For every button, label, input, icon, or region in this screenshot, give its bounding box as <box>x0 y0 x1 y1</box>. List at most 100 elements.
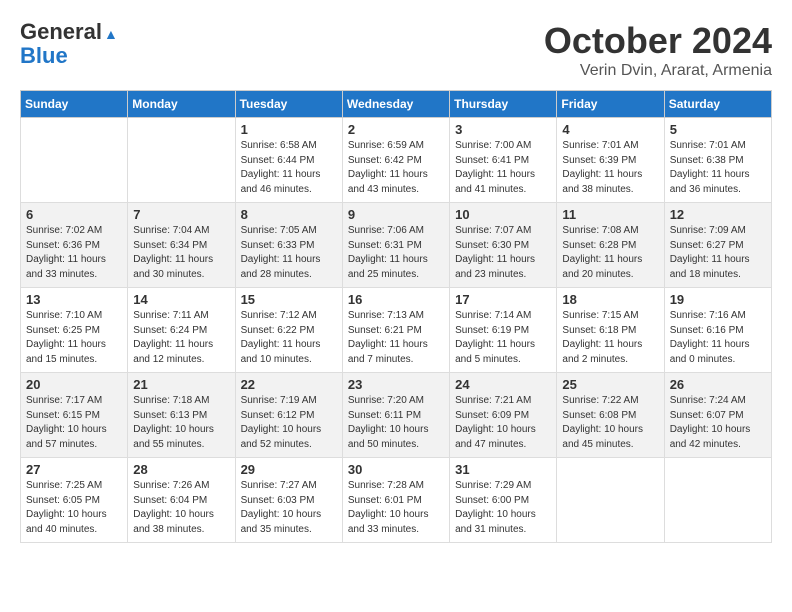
day-number: 18 <box>562 292 658 307</box>
day-detail: Sunrise: 7:29 AMSunset: 6:00 PMDaylight:… <box>455 479 551 537</box>
day-detail: Sunrise: 7:10 AMSunset: 6:25 PMDaylight:… <box>26 309 122 367</box>
calendar-day-cell: 2 Sunrise: 6:59 AMSunset: 6:42 PMDaylight… <box>342 118 449 203</box>
day-number: 13 <box>26 292 122 307</box>
calendar-day-cell <box>21 118 128 203</box>
day-number: 20 <box>26 377 122 392</box>
day-detail: Sunrise: 7:19 AMSunset: 6:12 PMDaylight:… <box>241 394 337 452</box>
day-number: 8 <box>241 207 337 222</box>
calendar-day-cell: 20 Sunrise: 7:17 AMSunset: 6:15 PMDayligh… <box>21 373 128 458</box>
weekday-header: Friday <box>557 91 664 118</box>
day-detail: Sunrise: 7:11 AMSunset: 6:24 PMDaylight:… <box>133 309 229 367</box>
day-detail: Sunrise: 7:01 AMSunset: 6:39 PMDaylight:… <box>562 139 658 197</box>
day-number: 24 <box>455 377 551 392</box>
day-detail: Sunrise: 6:58 AMSunset: 6:44 PMDaylight:… <box>241 139 337 197</box>
calendar-day-cell: 23 Sunrise: 7:20 AMSunset: 6:11 PMDayligh… <box>342 373 449 458</box>
day-detail: Sunrise: 7:20 AMSunset: 6:11 PMDaylight:… <box>348 394 444 452</box>
weekday-header: Wednesday <box>342 91 449 118</box>
calendar-day-cell: 31Sunrise: 7:29 AMSunset: 6:00 PMDayligh… <box>450 458 557 543</box>
calendar-day-cell: 25 Sunrise: 7:22 AMSunset: 6:08 PMDayligh… <box>557 373 664 458</box>
title-block: October 2024 Verin Dvin, Ararat, Armenia <box>544 20 772 80</box>
calendar-day-cell <box>557 458 664 543</box>
calendar-header-row: SundayMondayTuesdayWednesdayThursdayFrid… <box>21 91 772 118</box>
calendar-day-cell: 5 Sunrise: 7:01 AMSunset: 6:38 PMDaylight… <box>664 118 771 203</box>
day-number: 27 <box>26 462 122 477</box>
day-detail: Sunrise: 7:14 AMSunset: 6:19 PMDaylight:… <box>455 309 551 367</box>
calendar-day-cell: 15 Sunrise: 7:12 AMSunset: 6:22 PMDayligh… <box>235 288 342 373</box>
day-number: 26 <box>670 377 766 392</box>
calendar-day-cell: 9 Sunrise: 7:06 AMSunset: 6:31 PMDaylight… <box>342 203 449 288</box>
day-detail: Sunrise: 7:24 AMSunset: 6:07 PMDaylight:… <box>670 394 766 452</box>
day-number: 7 <box>133 207 229 222</box>
calendar-day-cell: 3 Sunrise: 7:00 AMSunset: 6:41 PMDaylight… <box>450 118 557 203</box>
day-detail: Sunrise: 7:04 AMSunset: 6:34 PMDaylight:… <box>133 224 229 282</box>
logo-text-line2: Blue <box>20 44 118 68</box>
day-number: 6 <box>26 207 122 222</box>
calendar-day-cell: 11 Sunrise: 7:08 AMSunset: 6:28 PMDayligh… <box>557 203 664 288</box>
day-detail: Sunrise: 6:59 AMSunset: 6:42 PMDaylight:… <box>348 139 444 197</box>
calendar-week-row: 1 Sunrise: 6:58 AMSunset: 6:44 PMDaylight… <box>21 118 772 203</box>
calendar-day-cell: 19Sunrise: 7:16 AMSunset: 6:16 PMDayligh… <box>664 288 771 373</box>
day-detail: Sunrise: 7:27 AMSunset: 6:03 PMDaylight:… <box>241 479 337 537</box>
calendar-day-cell: 14 Sunrise: 7:11 AMSunset: 6:24 PMDayligh… <box>128 288 235 373</box>
day-number: 21 <box>133 377 229 392</box>
calendar-day-cell: 17 Sunrise: 7:14 AMSunset: 6:19 PMDayligh… <box>450 288 557 373</box>
calendar-day-cell: 26 Sunrise: 7:24 AMSunset: 6:07 PMDayligh… <box>664 373 771 458</box>
day-detail: Sunrise: 7:07 AMSunset: 6:30 PMDaylight:… <box>455 224 551 282</box>
day-detail: Sunrise: 7:12 AMSunset: 6:22 PMDaylight:… <box>241 309 337 367</box>
calendar-day-cell: 22 Sunrise: 7:19 AMSunset: 6:12 PMDayligh… <box>235 373 342 458</box>
day-detail: Sunrise: 7:06 AMSunset: 6:31 PMDaylight:… <box>348 224 444 282</box>
day-number: 2 <box>348 122 444 137</box>
day-detail: Sunrise: 7:01 AMSunset: 6:38 PMDaylight:… <box>670 139 766 197</box>
day-number: 9 <box>348 207 444 222</box>
day-number: 29 <box>241 462 337 477</box>
calendar-day-cell: 18 Sunrise: 7:15 AMSunset: 6:18 PMDayligh… <box>557 288 664 373</box>
calendar-day-cell: 12 Sunrise: 7:09 AMSunset: 6:27 PMDayligh… <box>664 203 771 288</box>
day-detail: Sunrise: 7:00 AMSunset: 6:41 PMDaylight:… <box>455 139 551 197</box>
weekday-header: Thursday <box>450 91 557 118</box>
calendar-day-cell: 13 Sunrise: 7:10 AMSunset: 6:25 PMDayligh… <box>21 288 128 373</box>
day-number: 5 <box>670 122 766 137</box>
page-header: General▲ Blue October 2024 Verin Dvin, A… <box>20 20 772 80</box>
calendar-day-cell: 1 Sunrise: 6:58 AMSunset: 6:44 PMDaylight… <box>235 118 342 203</box>
day-number: 28 <box>133 462 229 477</box>
calendar-week-row: 6 Sunrise: 7:02 AMSunset: 6:36 PMDaylight… <box>21 203 772 288</box>
weekday-header: Monday <box>128 91 235 118</box>
day-number: 10 <box>455 207 551 222</box>
calendar-table: SundayMondayTuesdayWednesdayThursdayFrid… <box>20 90 772 543</box>
day-detail: Sunrise: 7:02 AMSunset: 6:36 PMDaylight:… <box>26 224 122 282</box>
calendar-day-cell: 21 Sunrise: 7:18 AMSunset: 6:13 PMDayligh… <box>128 373 235 458</box>
day-detail: Sunrise: 7:26 AMSunset: 6:04 PMDaylight:… <box>133 479 229 537</box>
calendar-week-row: 20 Sunrise: 7:17 AMSunset: 6:15 PMDayligh… <box>21 373 772 458</box>
weekday-header: Sunday <box>21 91 128 118</box>
logo-text-line1: General <box>20 19 102 44</box>
day-number: 15 <box>241 292 337 307</box>
day-number: 16 <box>348 292 444 307</box>
logo: General▲ Blue <box>20 20 118 68</box>
day-number: 12 <box>670 207 766 222</box>
weekday-header: Tuesday <box>235 91 342 118</box>
day-number: 23 <box>348 377 444 392</box>
calendar-week-row: 27Sunrise: 7:25 AMSunset: 6:05 PMDayligh… <box>21 458 772 543</box>
day-number: 14 <box>133 292 229 307</box>
month-title: October 2024 <box>544 20 772 62</box>
day-number: 1 <box>241 122 337 137</box>
day-number: 11 <box>562 207 658 222</box>
calendar-day-cell: 27Sunrise: 7:25 AMSunset: 6:05 PMDayligh… <box>21 458 128 543</box>
day-detail: Sunrise: 7:22 AMSunset: 6:08 PMDaylight:… <box>562 394 658 452</box>
day-detail: Sunrise: 7:18 AMSunset: 6:13 PMDaylight:… <box>133 394 229 452</box>
day-detail: Sunrise: 7:08 AMSunset: 6:28 PMDaylight:… <box>562 224 658 282</box>
day-detail: Sunrise: 7:09 AMSunset: 6:27 PMDaylight:… <box>670 224 766 282</box>
logo-bird-icon: ▲ <box>104 26 118 42</box>
day-number: 17 <box>455 292 551 307</box>
day-number: 25 <box>562 377 658 392</box>
day-number: 22 <box>241 377 337 392</box>
day-detail: Sunrise: 7:28 AMSunset: 6:01 PMDaylight:… <box>348 479 444 537</box>
day-number: 3 <box>455 122 551 137</box>
day-number: 4 <box>562 122 658 137</box>
location: Verin Dvin, Ararat, Armenia <box>544 62 772 80</box>
day-detail: Sunrise: 7:15 AMSunset: 6:18 PMDaylight:… <box>562 309 658 367</box>
day-detail: Sunrise: 7:21 AMSunset: 6:09 PMDaylight:… <box>455 394 551 452</box>
day-detail: Sunrise: 7:17 AMSunset: 6:15 PMDaylight:… <box>26 394 122 452</box>
calendar-day-cell: 28 Sunrise: 7:26 AMSunset: 6:04 PMDayligh… <box>128 458 235 543</box>
day-detail: Sunrise: 7:16 AMSunset: 6:16 PMDaylight:… <box>670 309 766 367</box>
